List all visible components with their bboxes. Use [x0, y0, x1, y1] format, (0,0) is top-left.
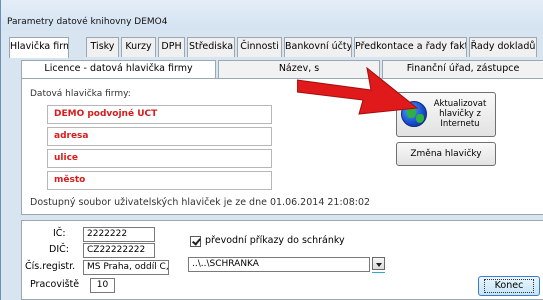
tab-kurzy[interactable]: Kurzy: [121, 37, 156, 57]
tab-rady-dokladu[interactable]: Řady dokladů: [469, 37, 537, 57]
ic-field[interactable]: 2222222: [83, 227, 155, 242]
city-field: město: [47, 171, 272, 190]
dic-label: DIČ:: [49, 244, 69, 255]
company-header-label: Datová hlavička firmy:: [30, 89, 131, 99]
payments-to-box-label: převodní příkazy do schránky: [205, 235, 345, 246]
company-details-panel: IČ: 2222222 DIČ: CZ22222222 Čís.registr.…: [21, 220, 543, 300]
company-name-field: DEMO podvojné UCT: [47, 105, 272, 124]
dropdown-focus-line: [372, 272, 385, 273]
street-field: ulice: [47, 149, 272, 168]
red-arrow-annotation: [297, 66, 419, 115]
window-title: Parametry datové knihovny DEMO4: [7, 17, 168, 27]
tab-dph[interactable]: DPH: [158, 37, 185, 57]
tab-predkontace[interactable]: Předkontace a řady faktur: [354, 37, 467, 57]
chevron-down-icon[interactable]: [372, 257, 385, 270]
tab-cinnosti[interactable]: Činnosti: [237, 37, 282, 57]
main-tab-strip: Hlavička firmy Tisky Kurzy DPH Střediska…: [9, 37, 543, 58]
payments-to-box-checkbox[interactable]: [190, 236, 201, 247]
tab-hlavicka-firmy[interactable]: Hlavička firmy: [9, 37, 69, 58]
address-field: adresa: [47, 127, 272, 146]
availability-text: Dostupný soubor uživatelských hlaviček j…: [30, 197, 371, 208]
dialog-window: Parametry datové knihovny DEMO4 Hlavička…: [0, 0, 543, 300]
change-header-button[interactable]: Změna hlavičky: [396, 142, 496, 166]
reg-field[interactable]: MS Praha, oddíl C, v: [83, 260, 169, 275]
workplace-label: Pracoviště: [30, 279, 80, 290]
box-path-field[interactable]: ..\..\SCHRANKA: [188, 257, 370, 272]
close-button[interactable]: Konec: [478, 276, 540, 296]
tab-licence[interactable]: Licence - datová hlavička firmy: [21, 60, 216, 78]
tab-strediska[interactable]: Střediska: [187, 37, 235, 57]
ic-label: IČ:: [53, 228, 66, 239]
reg-label: Čís.registr.: [25, 261, 76, 272]
title-bar[interactable]: Parametry datové knihovny DEMO4: [1, 0, 543, 30]
tab-bankovni-ucty[interactable]: Bankovní účty: [284, 37, 352, 57]
sub-tab-strip: Licence - datová hlavička firmy Název, s…: [21, 60, 543, 78]
update-headers-label: Aktualizovat hlavičky z Internetu: [433, 99, 487, 129]
close-button-label: Konec: [483, 279, 535, 293]
tab-tisky[interactable]: Tisky: [86, 37, 119, 57]
workplace-field[interactable]: 10: [90, 278, 115, 293]
dic-field[interactable]: CZ22222222: [83, 243, 155, 258]
